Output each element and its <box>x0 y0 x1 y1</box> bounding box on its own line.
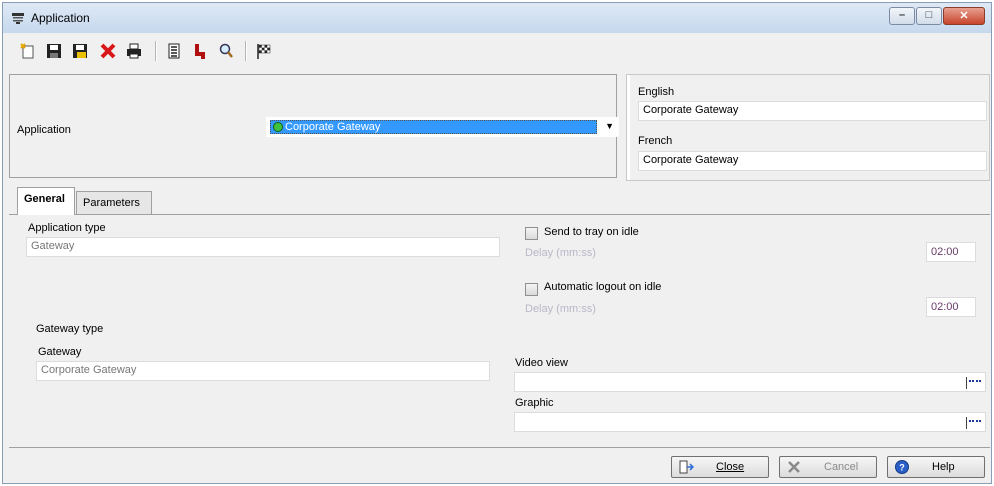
close-button[interactable]: Close <box>671 456 769 478</box>
toolbar <box>3 35 991 69</box>
application-type-label: Application type <box>28 222 106 234</box>
list-icon <box>168 43 180 59</box>
new-button[interactable] <box>17 40 39 62</box>
application-window: Application – □ ✕ Application Corporate … <box>2 2 992 484</box>
search-icon <box>219 43 233 58</box>
search-button[interactable] <box>215 40 237 62</box>
cancel-icon <box>786 460 802 474</box>
close-window-button[interactable]: ✕ <box>943 7 985 25</box>
graphic-label: Graphic <box>515 397 554 409</box>
logout-delay-label: Delay (mm:ss) <box>525 303 596 315</box>
status-dot-icon <box>273 122 283 132</box>
automatic-logout-label: Automatic logout on idle <box>544 281 662 293</box>
french-field[interactable]: Corporate Gateway <box>638 151 987 171</box>
video-view-label: Video view <box>515 357 568 369</box>
gateway-type-label: Gateway type <box>36 323 104 335</box>
video-view-field[interactable] <box>514 372 986 392</box>
french-label: French <box>638 135 673 147</box>
graphic-field[interactable] <box>514 412 986 432</box>
send-to-tray-checkbox[interactable] <box>525 227 538 240</box>
help-icon: ? <box>894 460 910 474</box>
save-as-button[interactable] <box>69 40 91 62</box>
save-button[interactable] <box>43 40 65 62</box>
gateway-label: Gateway <box>38 346 82 358</box>
print-button[interactable] <box>123 40 145 62</box>
logout-delay-field[interactable]: 02:00 <box>926 297 976 317</box>
application-combo-selected: Corporate Gateway <box>270 120 597 134</box>
application-type-field: Gateway <box>26 237 500 257</box>
application-panel: Application Corporate Gateway ▼ <box>9 74 619 178</box>
delete-icon <box>100 43 116 59</box>
tab-general[interactable]: General <box>17 187 75 215</box>
exit-door-icon <box>678 460 695 474</box>
delete-button[interactable] <box>97 40 119 62</box>
english-label: English <box>638 86 675 98</box>
gateway-field: Corporate Gateway <box>36 361 490 381</box>
maximize-icon: □ <box>925 9 933 21</box>
maximize-button[interactable]: □ <box>916 7 942 25</box>
save-icon <box>47 44 61 58</box>
browse-icon[interactable] <box>966 377 983 389</box>
browse-icon[interactable] <box>966 417 983 429</box>
language-panel: English Corporate Gateway French Corpora… <box>626 74 990 181</box>
tab-bar: General Parameters <box>9 187 990 215</box>
window-title: Application <box>31 11 90 25</box>
print-icon <box>127 43 141 59</box>
application-combo[interactable]: Corporate Gateway ▼ <box>266 117 619 137</box>
link-icon <box>195 44 205 59</box>
cancel-button[interactable]: Cancel <box>779 456 877 478</box>
toolbar-separator <box>155 41 157 61</box>
close-button-label: Close <box>716 461 745 473</box>
automatic-logout-checkbox[interactable] <box>525 283 538 296</box>
bottom-separator <box>9 447 990 448</box>
cancel-button-label: Cancel <box>824 461 859 473</box>
english-field[interactable]: Corporate Gateway <box>638 101 987 121</box>
tray-delay-label: Delay (mm:ss) <box>525 247 596 259</box>
chevron-down-icon[interactable]: ▼ <box>605 121 614 131</box>
application-label: Application <box>17 124 71 136</box>
tray-delay-field[interactable]: 02:00 <box>926 242 976 262</box>
finish-button[interactable] <box>253 40 275 62</box>
svg-text:?: ? <box>899 463 905 473</box>
new-icon <box>20 43 34 59</box>
tab-parameters[interactable]: Parameters <box>76 191 152 214</box>
toolbar-separator <box>245 41 247 61</box>
send-to-tray-label: Send to tray on idle <box>544 226 639 238</box>
minimize-icon: – <box>898 9 906 21</box>
finish-flag-icon <box>257 44 271 59</box>
application-combo-value: Corporate Gateway <box>285 121 381 133</box>
help-button-label: Help <box>932 461 955 473</box>
title-bar: Application – □ ✕ <box>3 3 991 33</box>
help-button[interactable]: ? Help <box>887 456 985 478</box>
link-button[interactable] <box>189 40 211 62</box>
list-button[interactable] <box>163 40 185 62</box>
application-icon <box>11 11 25 25</box>
minimize-button[interactable]: – <box>889 7 915 25</box>
save-as-icon <box>73 44 87 58</box>
close-icon: ✕ <box>959 10 969 22</box>
